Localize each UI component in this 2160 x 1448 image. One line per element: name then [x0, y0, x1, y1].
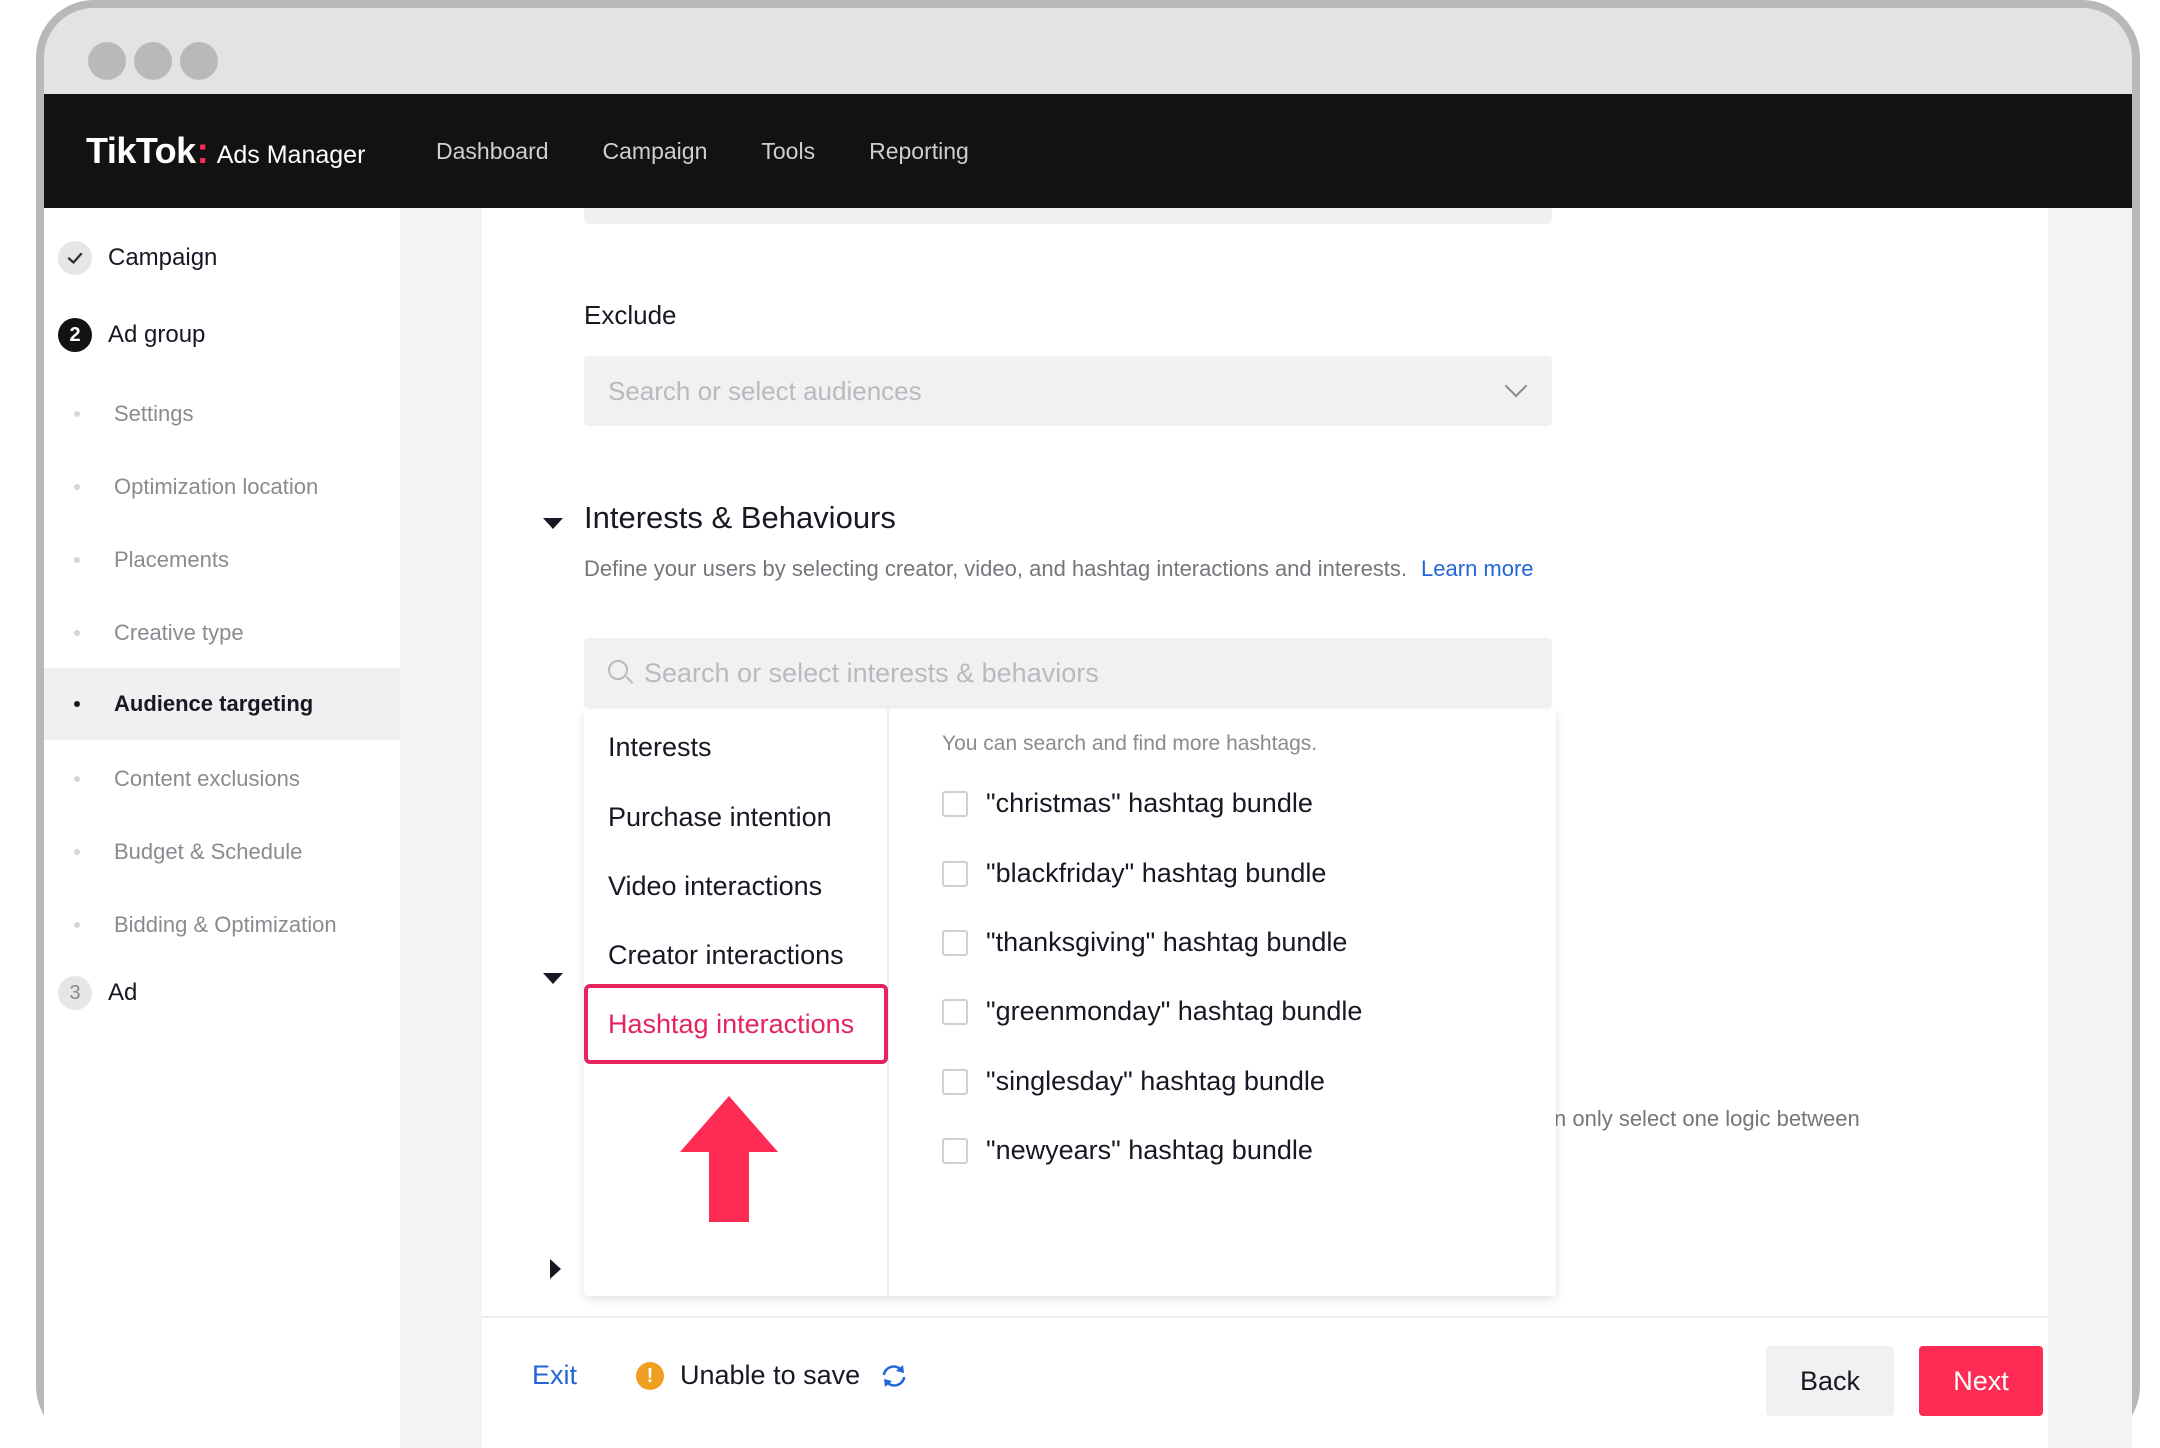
sidebar-item-label: Content exclusions	[114, 766, 300, 791]
sidebar-item-label: Budget & Schedule	[114, 839, 303, 864]
product-name: Ads Manager	[216, 141, 366, 169]
caret-down-icon[interactable]	[543, 518, 563, 529]
sidebar-step-ad[interactable]: 3 Ad	[58, 976, 137, 1010]
brand-name: TikTok	[86, 130, 196, 171]
category-list: Interests Purchase intention Video inter…	[584, 710, 889, 1296]
previous-field-edge	[584, 208, 1552, 224]
refresh-icon[interactable]	[880, 1362, 908, 1390]
window-titlebar	[44, 8, 2132, 102]
bullet-icon	[74, 630, 80, 636]
bullet-icon	[74, 411, 80, 417]
hashtag-option[interactable]: "newyears" hashtag bundle	[942, 1135, 1313, 1166]
form-footer: Exit ! Unable to save Back Next	[482, 1316, 2048, 1448]
search-icon	[608, 660, 634, 686]
chevron-down-icon	[1504, 374, 1528, 398]
sidebar-item-content-exclusions[interactable]: Content exclusions	[44, 743, 400, 815]
check-icon	[58, 241, 92, 275]
interests-search-input[interactable]: Search or select interests & behaviors	[584, 638, 1552, 708]
bullet-icon	[74, 557, 80, 563]
up-arrow-annotation	[680, 1096, 778, 1222]
category-hashtag-interactions[interactable]: Hashtag interactions	[584, 984, 888, 1064]
checkbox[interactable]	[942, 1137, 968, 1164]
hashtag-hint: You can search and find more hashtags.	[942, 732, 1318, 755]
bullet-icon	[74, 849, 80, 855]
category-purchase-intention[interactable]: Purchase intention	[608, 802, 832, 833]
checkbox[interactable]	[942, 860, 968, 887]
bullet-icon	[74, 776, 80, 782]
sidebar-item-label: Settings	[114, 401, 194, 426]
hashtag-option-label: "thanksgiving" hashtag bundle	[986, 927, 1348, 957]
sidebar-item-settings[interactable]: Settings	[44, 378, 400, 450]
logic-note-partial: n only select one logic between	[1554, 1106, 1860, 1131]
sidebar-item-audience-targeting[interactable]: Audience targeting	[44, 668, 400, 740]
sidebar: Campaign 2 Ad group Settings Optimizatio…	[44, 208, 400, 1448]
exit-link[interactable]: Exit	[532, 1360, 577, 1391]
bullet-icon	[74, 922, 80, 928]
hashtag-option[interactable]: "thanksgiving" hashtag bundle	[942, 927, 1347, 958]
hashtag-option-label: "greenmonday" hashtag bundle	[986, 996, 1363, 1026]
next-button[interactable]: Next	[1919, 1346, 2043, 1416]
sidebar-step-label: Ad	[108, 979, 138, 1006]
back-button[interactable]: Back	[1766, 1346, 1894, 1416]
checkbox[interactable]	[942, 929, 968, 956]
category-video-interactions[interactable]: Video interactions	[608, 871, 822, 902]
window-dot-maximize[interactable]	[180, 42, 218, 80]
nav-link-reporting[interactable]: Reporting	[869, 138, 969, 165]
interests-description: Define your users by selecting creator, …	[584, 556, 1534, 582]
hashtag-option[interactable]: "greenmonday" hashtag bundle	[942, 996, 1362, 1027]
top-nav: TikTok : Ads Manager Dashboard Campaign …	[44, 94, 2132, 208]
exclude-title: Exclude	[584, 300, 677, 330]
sidebar-item-label: Creative type	[114, 620, 244, 645]
nav-link-campaign[interactable]: Campaign	[603, 138, 708, 165]
sidebar-item-bidding-optimization[interactable]: Bidding & Optimization	[44, 889, 400, 961]
bullet-icon	[74, 701, 80, 707]
sidebar-item-label: Audience targeting	[114, 691, 314, 716]
hashtag-option-label: "blackfriday" hashtag bundle	[986, 858, 1327, 888]
interests-description-text: Define your users by selecting creator, …	[584, 556, 1408, 581]
brand-colon: :	[196, 130, 209, 171]
learn-more-link[interactable]: Learn more	[1421, 556, 1534, 581]
checkbox[interactable]	[942, 998, 968, 1025]
nav-link-tools[interactable]: Tools	[761, 138, 815, 165]
brand-logo[interactable]: TikTok : Ads Manager	[86, 130, 365, 172]
window-dot-close[interactable]	[88, 42, 126, 80]
sidebar-item-placements[interactable]: Placements	[44, 524, 400, 596]
hashtag-option-label: "singlesday" hashtag bundle	[986, 1066, 1325, 1096]
sidebar-step-campaign[interactable]: Campaign	[58, 241, 217, 275]
hashtag-option[interactable]: "blackfriday" hashtag bundle	[942, 858, 1326, 889]
window-dot-minimize[interactable]	[134, 42, 172, 80]
sidebar-item-optimization-location[interactable]: Optimization location	[44, 451, 400, 523]
sidebar-step-label: Ad group	[108, 321, 206, 348]
interests-dropdown: Interests Purchase intention Video inter…	[584, 710, 1556, 1296]
sidebar-step-ad-group[interactable]: 2 Ad group	[58, 318, 205, 352]
category-interests[interactable]: Interests	[608, 732, 712, 763]
hashtag-option-label: "newyears" hashtag bundle	[986, 1135, 1313, 1165]
interests-behaviours-title[interactable]: Interests & Behaviours	[584, 500, 896, 536]
sidebar-item-label: Optimization location	[114, 474, 319, 499]
exclude-audience-select[interactable]: Search or select audiences	[584, 356, 1552, 426]
sidebar-item-label: Placements	[114, 547, 229, 572]
checkbox[interactable]	[942, 790, 968, 817]
checkbox[interactable]	[942, 1068, 968, 1095]
step-number-badge: 3	[58, 976, 92, 1010]
caret-right-icon[interactable]	[550, 1259, 561, 1279]
category-creator-interactions[interactable]: Creator interactions	[608, 940, 844, 971]
warning-icon: !	[636, 1362, 664, 1390]
sidebar-item-creative-type[interactable]: Creative type	[44, 597, 400, 669]
save-status: Unable to save	[680, 1360, 861, 1390]
caret-down-icon[interactable]	[543, 973, 563, 984]
sidebar-item-label: Bidding & Optimization	[114, 912, 337, 937]
nav-links: Dashboard Campaign Tools Reporting	[436, 138, 969, 165]
hashtag-option[interactable]: "christmas" hashtag bundle	[942, 788, 1313, 819]
bullet-icon	[74, 484, 80, 490]
step-number-badge: 2	[58, 318, 92, 352]
category-label: Hashtag interactions	[608, 1008, 855, 1039]
exclude-placeholder: Search or select audiences	[608, 375, 922, 406]
nav-link-dashboard[interactable]: Dashboard	[436, 138, 549, 165]
hashtag-option-label: "christmas" hashtag bundle	[986, 788, 1313, 818]
hashtag-option[interactable]: "singlesday" hashtag bundle	[942, 1066, 1325, 1097]
interests-search-placeholder: Search or select interests & behaviors	[644, 657, 1099, 688]
sidebar-step-label: Campaign	[108, 244, 218, 271]
sidebar-item-budget-schedule[interactable]: Budget & Schedule	[44, 816, 400, 888]
